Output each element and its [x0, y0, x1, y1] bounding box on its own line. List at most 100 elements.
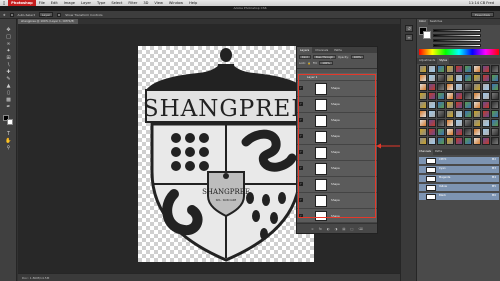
- style-swatch[interactable]: [491, 101, 499, 109]
- style-swatch[interactable]: [428, 119, 436, 127]
- folder-icon[interactable]: ▤: [342, 227, 345, 231]
- style-swatch[interactable]: [473, 101, 481, 109]
- style-swatch[interactable]: [437, 110, 445, 118]
- style-swatch[interactable]: [419, 110, 427, 118]
- style-swatch[interactable]: [482, 128, 490, 136]
- hand-tool-icon[interactable]: ✋: [3, 138, 14, 144]
- auto-select-target-dropdown[interactable]: Layer: [38, 12, 54, 17]
- style-swatch[interactable]: [491, 92, 499, 100]
- style-swatch[interactable]: [491, 83, 499, 91]
- style-swatch[interactable]: [419, 74, 427, 82]
- style-swatch[interactable]: [455, 83, 463, 91]
- style-swatch[interactable]: [482, 119, 490, 127]
- history-icon[interactable]: ↺: [405, 25, 413, 32]
- channel-row[interactable]: Black ⌘6: [419, 193, 499, 201]
- channel-row[interactable]: Magenta ⌘4: [419, 175, 499, 183]
- style-swatch[interactable]: [437, 92, 445, 100]
- style-swatch[interactable]: [464, 65, 472, 73]
- style-swatch[interactable]: [455, 92, 463, 100]
- style-swatch[interactable]: [428, 65, 436, 73]
- black-slider[interactable]: [433, 44, 481, 47]
- style-swatch[interactable]: [491, 119, 499, 127]
- style-swatch[interactable]: [419, 83, 427, 91]
- magenta-slider[interactable]: [433, 34, 481, 37]
- menu-window[interactable]: Window: [166, 1, 186, 5]
- tab-channels[interactable]: Channels: [312, 47, 331, 53]
- link-icon[interactable]: ∞: [311, 227, 314, 231]
- style-swatch[interactable]: [482, 92, 490, 100]
- menu-type[interactable]: Type: [94, 1, 108, 5]
- brush-tool-icon[interactable]: ✎: [3, 76, 14, 82]
- new-layer-icon[interactable]: □: [350, 227, 353, 231]
- menu-3d[interactable]: 3D: [140, 1, 151, 5]
- style-swatch[interactable]: [482, 83, 490, 91]
- style-swatch[interactable]: [482, 110, 490, 118]
- workspace-switcher[interactable]: Essentials: [470, 12, 494, 17]
- style-swatch[interactable]: [464, 128, 472, 136]
- style-swatch[interactable]: [446, 74, 454, 82]
- style-swatch[interactable]: [491, 65, 499, 73]
- trash-icon[interactable]: ⌫: [358, 227, 363, 231]
- menu-image[interactable]: Image: [61, 1, 78, 5]
- channel-row[interactable]: CMYK ⌘2: [419, 157, 499, 165]
- style-swatch[interactable]: [473, 92, 481, 100]
- style-swatch[interactable]: [491, 110, 499, 118]
- styles-grid[interactable]: [419, 65, 499, 149]
- style-swatch[interactable]: [473, 83, 481, 91]
- lasso-tool-icon[interactable]: ∞: [3, 41, 14, 47]
- mask-icon[interactable]: ◐: [327, 227, 330, 231]
- style-swatch[interactable]: [446, 65, 454, 73]
- tab-styles[interactable]: Styles: [437, 58, 450, 64]
- menu-select[interactable]: Select: [108, 1, 125, 5]
- text-tool-icon[interactable]: T: [3, 131, 14, 137]
- background-color-swatch[interactable]: [7, 119, 13, 125]
- style-swatch[interactable]: [428, 110, 436, 118]
- adjustment-icon[interactable]: ◑: [335, 227, 338, 231]
- style-swatch[interactable]: [482, 74, 490, 82]
- style-swatch[interactable]: [437, 74, 445, 82]
- auto-select-checkbox[interactable]: [9, 12, 14, 17]
- eraser-tool-icon[interactable]: ▯: [3, 90, 14, 96]
- layer-filter-kind[interactable]: Kind: [299, 55, 311, 59]
- style-swatch[interactable]: [464, 101, 472, 109]
- style-swatch[interactable]: [437, 119, 445, 127]
- style-swatch[interactable]: [419, 119, 427, 127]
- zoom-tool-icon[interactable]: ⚲: [3, 145, 14, 151]
- properties-icon[interactable]: ≡: [405, 34, 413, 41]
- channel-row[interactable]: Cyan ⌘3: [419, 166, 499, 174]
- style-swatch[interactable]: [455, 128, 463, 136]
- style-swatch[interactable]: [464, 74, 472, 82]
- lock-icon[interactable]: 🔒: [308, 62, 311, 65]
- style-swatch[interactable]: [473, 110, 481, 118]
- style-swatch[interactable]: [455, 110, 463, 118]
- style-swatch[interactable]: [491, 137, 499, 145]
- style-swatch[interactable]: [473, 128, 481, 136]
- color-background[interactable]: [423, 31, 431, 39]
- style-swatch[interactable]: [446, 110, 454, 118]
- style-swatch[interactable]: [455, 74, 463, 82]
- style-swatch[interactable]: [455, 137, 463, 145]
- apple-menu-icon[interactable]: : [0, 1, 8, 5]
- style-swatch[interactable]: [455, 65, 463, 73]
- style-swatch[interactable]: [437, 128, 445, 136]
- style-swatch[interactable]: [419, 65, 427, 73]
- style-swatch[interactable]: [473, 65, 481, 73]
- style-swatch[interactable]: [446, 128, 454, 136]
- crop-tool-icon[interactable]: ⊞: [3, 55, 14, 61]
- style-swatch[interactable]: [482, 65, 490, 73]
- style-swatch[interactable]: [464, 92, 472, 100]
- style-swatch[interactable]: [473, 137, 481, 145]
- style-swatch[interactable]: [419, 92, 427, 100]
- style-swatch[interactable]: [419, 137, 427, 145]
- tab-adjustments[interactable]: Adjustments: [417, 58, 437, 64]
- pen-tool-icon[interactable]: ✒: [3, 104, 14, 110]
- stamp-tool-icon[interactable]: ▲: [3, 83, 14, 89]
- yellow-slider[interactable]: [433, 39, 481, 42]
- menu-file[interactable]: File: [36, 1, 48, 5]
- eyedropper-tool-icon[interactable]: ∖: [3, 62, 14, 68]
- style-swatch[interactable]: [482, 137, 490, 145]
- style-swatch[interactable]: [464, 110, 472, 118]
- style-swatch[interactable]: [491, 128, 499, 136]
- tab-color[interactable]: Color: [417, 19, 428, 25]
- show-transform-checkbox[interactable]: [57, 12, 62, 17]
